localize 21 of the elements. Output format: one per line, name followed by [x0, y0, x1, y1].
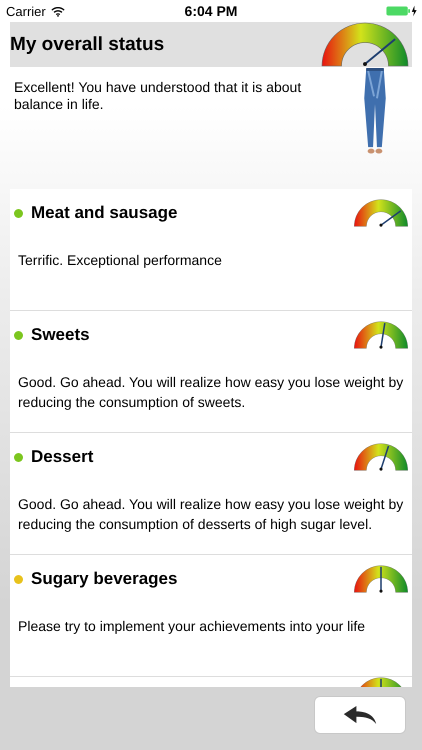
- gauge-icon: [353, 321, 409, 349]
- back-arrow-icon: [342, 705, 378, 725]
- category-message: Terrific. Exceptional performance: [18, 251, 223, 270]
- category-title: Meat and sausage: [31, 203, 178, 223]
- overall-message: Excellent! You have understood that it is about balance in life.: [14, 79, 302, 114]
- gauge-icon: [353, 565, 409, 593]
- category-title: Dessert: [31, 447, 94, 467]
- category-message: Good. Go ahead. You will realize how easy you lose weight by reducing the consumption of desserts of high sugar level.: [18, 495, 404, 534]
- carrier-label: Carrier: [6, 4, 46, 18]
- battery-icon: [386, 5, 418, 17]
- back-button[interactable]: [314, 696, 406, 734]
- category-message: Please try to implement your achievements into your life: [18, 617, 366, 636]
- clock-label: 6:04 PM: [184, 3, 238, 19]
- category-title: Sugary beverages: [31, 569, 178, 589]
- gauge-icon: [353, 443, 409, 471]
- overall-title: My overall status: [10, 34, 164, 56]
- wifi-icon: [50, 6, 65, 16]
- category-message: Good. Go ahead. You will realize how easy you lose weight by reducing the consumption of sweets.: [18, 373, 404, 412]
- gauge-icon: [353, 199, 409, 227]
- category-title: Sweets: [31, 325, 90, 345]
- gauge-icon: [321, 22, 409, 67]
